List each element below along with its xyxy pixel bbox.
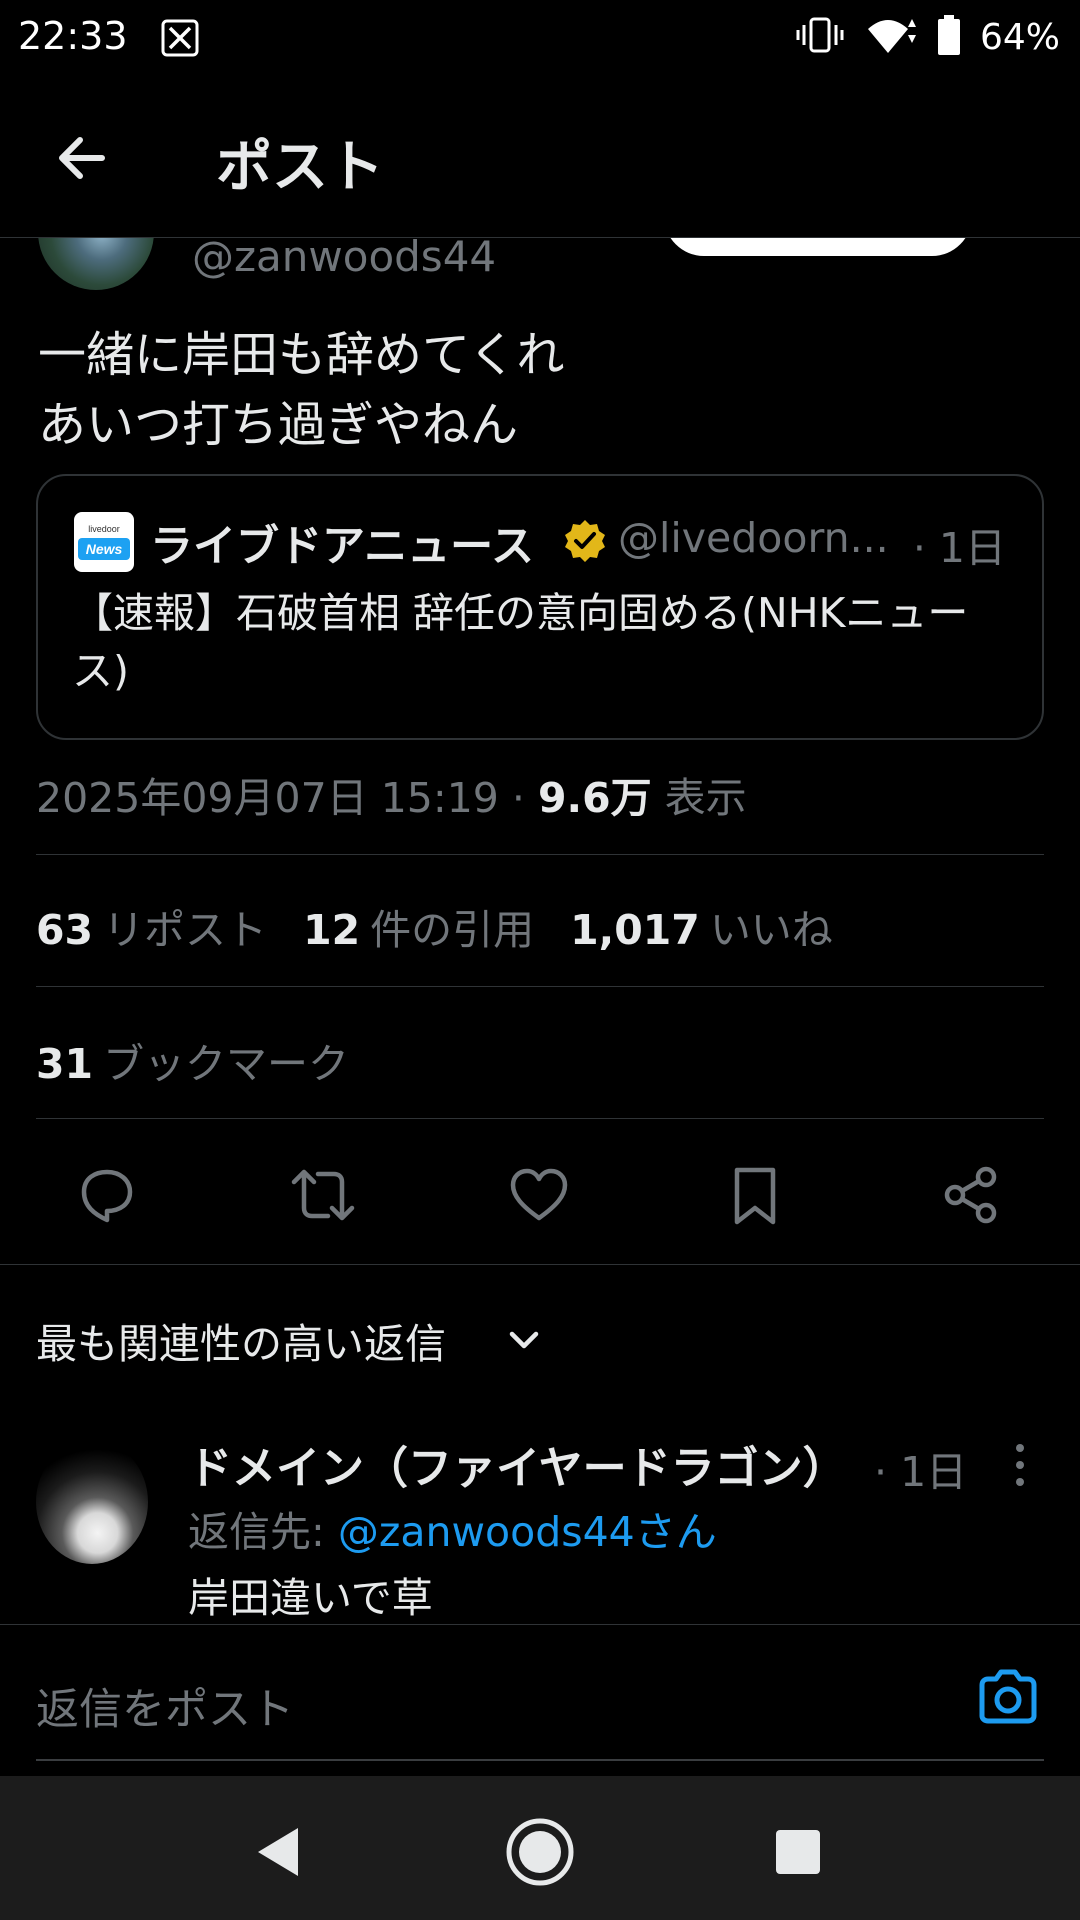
reply-composer: 返信をポスト xyxy=(0,1624,1080,1774)
repost-icon xyxy=(291,1169,355,1221)
quotes-stat[interactable]: 12 件の引用 xyxy=(303,896,534,956)
status-bar: 22:33 64% xyxy=(0,0,1080,76)
more-options-icon[interactable] xyxy=(1002,1440,1038,1490)
engagement-stats: 63 リポスト 12 件の引用 1,017 いいね xyxy=(36,896,833,956)
triangle-back-icon xyxy=(258,1828,298,1876)
composer-underline xyxy=(36,1759,1044,1761)
livedoor-news-logo: livedoor News xyxy=(74,512,134,572)
share-icon xyxy=(944,1166,997,1224)
views-count: 9.6万 xyxy=(537,774,652,822)
square-recents-icon xyxy=(776,1830,820,1874)
section-divider xyxy=(0,1264,1080,1265)
reply-time: · 1日 xyxy=(874,1448,968,1496)
share-button[interactable] xyxy=(936,1160,1006,1230)
quoted-post-card[interactable]: livedoor News ライブドアニュース @livedoorn... · … xyxy=(36,474,1044,740)
views-label: 表示 xyxy=(651,774,747,822)
likes-stat[interactable]: 1,017 いいね xyxy=(570,896,833,956)
bookmark-button[interactable] xyxy=(720,1160,790,1230)
quotes-label: 件の引用 xyxy=(370,906,535,954)
battery-percentage: 64% xyxy=(979,16,1060,58)
reposts-stat[interactable]: 63 リポスト xyxy=(36,896,267,956)
status-time: 22:33 xyxy=(18,14,128,58)
nav-back-button[interactable] xyxy=(244,1816,316,1888)
bookmark-icon xyxy=(734,1167,776,1225)
status-indicators: 64% xyxy=(794,14,1060,60)
top-app-bar: ポスト xyxy=(0,76,1080,238)
reply-to-label: 返信先: xyxy=(188,1508,338,1556)
system-navigation-bar xyxy=(0,1776,1080,1920)
arrow-left-icon xyxy=(59,137,105,179)
battery-icon xyxy=(936,14,962,60)
reposts-count: 63 xyxy=(36,906,94,954)
likes-label: いいね xyxy=(709,906,833,954)
bookmarks-stat[interactable]: 31 ブックマーク xyxy=(36,1030,349,1090)
reply-icon xyxy=(81,1169,133,1223)
reply-to-mention[interactable]: @zanwoods44さん xyxy=(338,1508,717,1556)
logo-top-text: livedoor xyxy=(88,524,120,534)
camera-icon xyxy=(979,1669,1037,1724)
page-title: ポスト xyxy=(216,135,384,200)
likes-count: 1,017 xyxy=(570,906,700,954)
post-actions xyxy=(0,1160,1080,1230)
repost-button[interactable] xyxy=(288,1160,358,1230)
post-timestamp: 2025年09月07日 15:19 · xyxy=(36,774,538,822)
logo-bottom-text: News xyxy=(78,538,130,560)
wifi-icon xyxy=(864,15,918,59)
vibrate-icon xyxy=(794,15,846,59)
author-handle[interactable]: @zanwoods44 xyxy=(192,232,496,281)
x-app-icon xyxy=(160,18,200,58)
back-button[interactable] xyxy=(52,126,116,190)
divider xyxy=(36,1118,1044,1119)
post-text: 一緒に岸田も辞めてくれ あいつ打ち過ぎやねん xyxy=(38,327,565,453)
quote-author-handle: @livedoorn... xyxy=(618,514,889,562)
home-circle-icon xyxy=(506,1818,574,1886)
nav-home-button[interactable] xyxy=(504,1816,576,1888)
reply-text: 岸田違いで草 xyxy=(188,1574,433,1622)
camera-button[interactable] xyxy=(976,1665,1040,1729)
reply-to-line: 返信先: @zanwoods44さん xyxy=(188,1498,717,1558)
bookmarks-label: ブックマーク xyxy=(103,1040,350,1088)
divider xyxy=(36,854,1044,855)
heart-icon xyxy=(510,1168,568,1221)
like-button[interactable] xyxy=(504,1160,574,1230)
quote-time: · 1日 xyxy=(912,524,1006,572)
replies-sort-dropdown[interactable]: 最も関連性の高い返信 xyxy=(36,1310,446,1370)
nav-recents-button[interactable] xyxy=(762,1816,834,1888)
quote-author-name: ライブドアニュース xyxy=(150,522,534,572)
post-meta: 2025年09月07日 15:19 · 9.6万 表示 xyxy=(36,764,747,824)
quotes-count: 12 xyxy=(303,906,361,954)
reply-author-name[interactable]: ドメイン（ファイヤードラゴン） xyxy=(188,1432,847,1496)
divider xyxy=(36,986,1044,987)
reposts-label: リポスト xyxy=(103,906,268,954)
chevron-down-icon[interactable] xyxy=(504,1320,544,1360)
reply-input[interactable]: 返信をポスト xyxy=(36,1675,294,1737)
reply-button[interactable] xyxy=(72,1160,142,1230)
quote-text: 【速報】石破首相 辞任の意向固める(NHKニュース) xyxy=(72,589,969,695)
reply-avatar[interactable] xyxy=(36,1440,148,1564)
verified-badge-icon xyxy=(562,518,608,564)
bookmarks-count: 31 xyxy=(36,1040,94,1088)
